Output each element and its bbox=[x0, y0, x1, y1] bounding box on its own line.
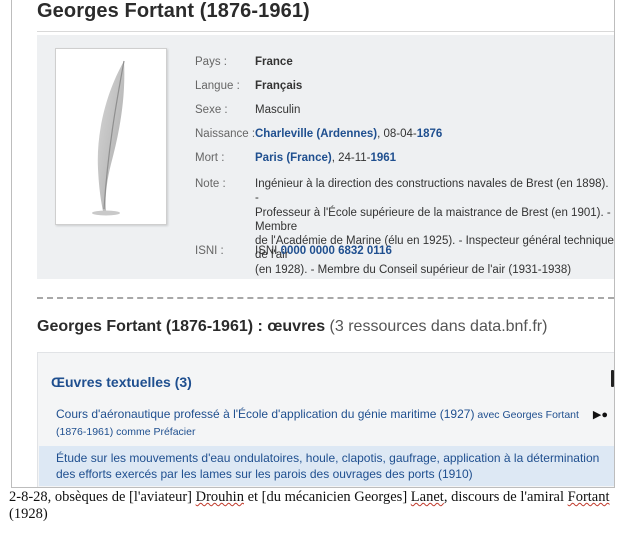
page-title: Georges Fortant (1876-1961) bbox=[37, 0, 310, 22]
section-divider bbox=[37, 297, 614, 299]
death-place-link[interactable]: Paris (France) bbox=[255, 152, 332, 164]
works-heading-title: Georges Fortant (1876-1961) : œuvres bbox=[37, 318, 326, 335]
birth-date-text: , 08-04- bbox=[377, 128, 417, 140]
field-label: Mort : bbox=[195, 152, 225, 164]
caption-word: Lanet bbox=[410, 489, 444, 505]
quill-icon bbox=[92, 60, 125, 216]
work-item-highlighted[interactable]: Étude sur les mouvements d'eau ondulatoi… bbox=[39, 446, 614, 486]
works-heading: Georges Fortant (1876-1961) : œuvres (3 … bbox=[37, 318, 547, 336]
caption-text: 2-8-28, obsèques de [l'aviateur] bbox=[9, 489, 196, 505]
caption-text: , discours de l'amiral bbox=[443, 489, 568, 505]
play-circle-icon[interactable]: ▶● bbox=[593, 408, 608, 421]
work-item[interactable]: Cours d'aéronautique professé à l'École … bbox=[56, 406, 596, 440]
title-divider bbox=[37, 31, 614, 32]
language-link[interactable]: Français bbox=[255, 79, 302, 93]
caption-word: Fortant bbox=[567, 489, 610, 505]
isni-value: ISNI 0000 0000 6832 0116 bbox=[255, 244, 392, 258]
country-link[interactable]: France bbox=[255, 55, 293, 69]
caption-text: et [du mécanicien Georges] bbox=[243, 489, 411, 505]
birth-year-link[interactable]: 1876 bbox=[417, 128, 443, 140]
document-caption: 2-8-28, obsèques de [l'aviateur] Drouhin… bbox=[9, 489, 614, 523]
isni-link[interactable]: 0000 0000 6832 0116 bbox=[281, 245, 392, 257]
note-text: Ingénieur à la direction des constructio… bbox=[255, 178, 614, 276]
author-portrait-placeholder bbox=[55, 48, 167, 225]
birth-value: Charleville (Ardennes), 08-04-1876 bbox=[255, 127, 442, 141]
birth-place-link[interactable]: Charleville (Ardennes) bbox=[255, 128, 377, 140]
field-label: Sexe : bbox=[195, 104, 228, 116]
scroll-marker bbox=[611, 370, 614, 387]
textual-works-title[interactable]: Œuvres textuelles (3) bbox=[51, 374, 192, 390]
work-title-link[interactable]: Étude sur les mouvements d'eau ondulatoi… bbox=[56, 450, 606, 482]
works-count: (3 ressources dans data.bnf.fr) bbox=[325, 318, 548, 335]
bnf-page-snapshot: Georges Fortant (1876-1961) Pays : Franc… bbox=[11, 0, 615, 488]
field-label: Naissance : bbox=[195, 128, 256, 140]
field-label: Note : bbox=[195, 178, 226, 190]
field-label: Pays : bbox=[195, 56, 227, 68]
death-date-text: , 24-11- bbox=[331, 152, 371, 164]
death-value: Paris (France), 24-11-1961 bbox=[255, 151, 396, 165]
field-label: ISNI : bbox=[195, 245, 224, 257]
death-year-link[interactable]: 1961 bbox=[370, 152, 396, 164]
author-info-card: Pays : France Langue : Français Sexe : M… bbox=[37, 35, 614, 279]
field-label: Langue : bbox=[195, 80, 240, 92]
sex-value: Masculin bbox=[255, 104, 301, 116]
caption-text: (1928) bbox=[9, 506, 48, 522]
caption-word: Drouhin bbox=[195, 489, 244, 505]
textual-works-panel: Œuvres textuelles (3) Cours d'aéronautiq… bbox=[37, 352, 614, 487]
isni-prefix: ISNI bbox=[255, 245, 281, 257]
work-title-link[interactable]: Cours d'aéronautique professé à l'École … bbox=[56, 407, 474, 421]
